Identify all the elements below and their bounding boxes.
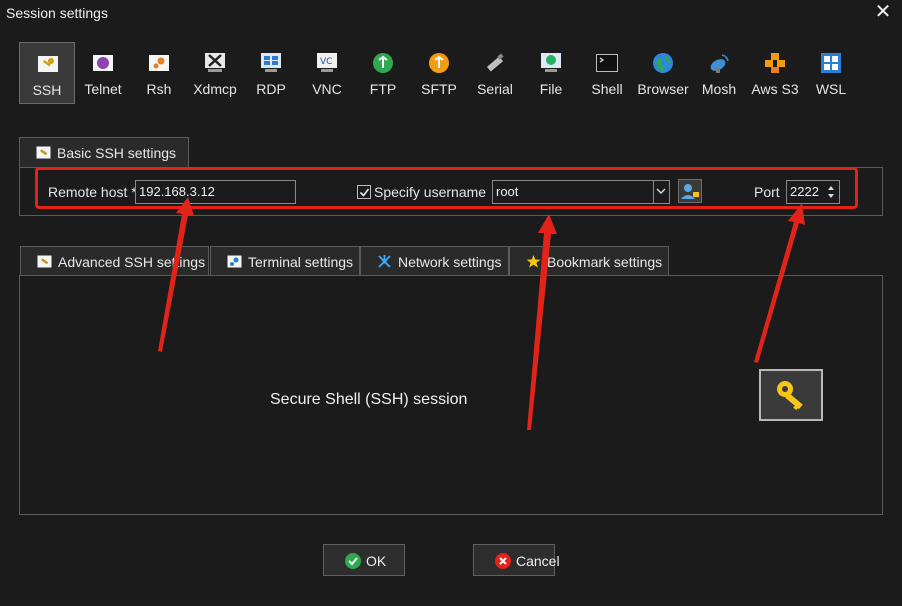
tab-label: Advanced SSH settings: [58, 254, 206, 270]
ok-button[interactable]: OK: [323, 544, 405, 576]
shell-icon: [596, 54, 618, 72]
wrench-icon: [36, 146, 51, 159]
protocol-label: WSL: [815, 81, 847, 97]
tab-bookmark-settings[interactable]: Bookmark settings: [509, 246, 669, 276]
session-content-panel: Secure Shell (SSH) session: [19, 275, 883, 515]
annotation-highlight-box: [35, 167, 858, 209]
protocol-browser[interactable]: Browser: [635, 42, 691, 104]
cancel-x-icon: [495, 553, 511, 569]
protocol-rsh[interactable]: Rsh: [131, 42, 187, 104]
file-icon: [541, 53, 561, 72]
telnet-icon: [93, 55, 113, 71]
ssh-key-large-icon: [759, 369, 823, 421]
protocol-label: FTP: [369, 81, 397, 97]
window-title: Session settings: [6, 5, 108, 21]
rsh-icon: [149, 55, 169, 71]
network-icon: [378, 255, 391, 268]
tab-label: Basic SSH settings: [57, 145, 177, 161]
protocol-aws-s3[interactable]: Aws S3: [747, 42, 803, 104]
protocol-file[interactable]: File: [523, 42, 579, 104]
tab-label: Bookmark settings: [547, 254, 663, 270]
serial-icon: [486, 53, 504, 72]
star-icon: [526, 255, 541, 268]
protocol-label: SSH: [32, 82, 62, 98]
check-icon: [345, 553, 361, 569]
tab-advanced-ssh-settings[interactable]: Advanced SSH settings: [20, 246, 209, 276]
ssh-key-icon: [38, 56, 58, 72]
cancel-button[interactable]: Cancel: [473, 544, 560, 576]
protocol-label: RDP: [256, 81, 286, 97]
protocol-label: Shell: [591, 81, 623, 97]
aws-s3-icon: [765, 53, 785, 73]
protocol-label: Serial: [477, 81, 513, 97]
protocol-label: Browser: [637, 81, 689, 97]
protocol-vnc[interactable]: VC VNC: [299, 42, 355, 104]
ok-label: OK: [366, 553, 387, 569]
protocol-label: Telnet: [84, 81, 122, 97]
xdmcp-icon: [205, 53, 225, 72]
browser-icon: [653, 53, 673, 73]
protocol-serial[interactable]: Serial: [467, 42, 523, 104]
sftp-icon: [429, 53, 449, 73]
protocol-label: Rsh: [146, 81, 172, 97]
protocol-sftp[interactable]: SFTP: [411, 42, 467, 104]
session-description: Secure Shell (SSH) session: [270, 391, 468, 408]
protocol-toolbar: SSH Telnet Rsh Xdmcp RDP VC VNC FTP SFTP…: [19, 42, 879, 104]
mosh-icon: [710, 54, 729, 73]
protocol-ftp[interactable]: FTP: [355, 42, 411, 104]
protocol-label: Xdmcp: [193, 81, 237, 97]
protocol-mosh[interactable]: Mosh: [691, 42, 747, 104]
cancel-label: Cancel: [516, 553, 560, 569]
ftp-icon: [373, 53, 393, 73]
title-bar: Session settings ✕: [0, 0, 902, 27]
protocol-ssh[interactable]: SSH: [19, 42, 75, 104]
tab-basic-ssh-settings[interactable]: Basic SSH settings: [19, 137, 189, 168]
tab-terminal-settings[interactable]: Terminal settings: [210, 246, 360, 276]
close-icon[interactable]: ✕: [872, 2, 894, 24]
protocol-label: File: [539, 81, 563, 97]
protocol-telnet[interactable]: Telnet: [75, 42, 131, 104]
protocol-rdp[interactable]: RDP: [243, 42, 299, 104]
terminal-icon: [227, 255, 242, 268]
wsl-icon: [821, 53, 841, 73]
protocol-xdmcp[interactable]: Xdmcp: [187, 42, 243, 104]
protocol-shell[interactable]: Shell: [579, 42, 635, 104]
protocol-wsl[interactable]: WSL: [803, 42, 859, 104]
tab-network-settings[interactable]: Network settings: [360, 246, 509, 276]
vnc-icon: VC: [317, 53, 337, 72]
protocol-label: SFTP: [421, 81, 457, 97]
protocol-label: Aws S3: [751, 81, 799, 97]
wrench-icon: [37, 255, 52, 268]
protocol-label: VNC: [312, 81, 342, 97]
svg-text:VC: VC: [320, 57, 332, 67]
tab-label: Network settings: [398, 254, 502, 270]
rdp-icon: [261, 53, 281, 72]
protocol-label: Mosh: [701, 81, 737, 97]
tab-label: Terminal settings: [248, 254, 354, 270]
